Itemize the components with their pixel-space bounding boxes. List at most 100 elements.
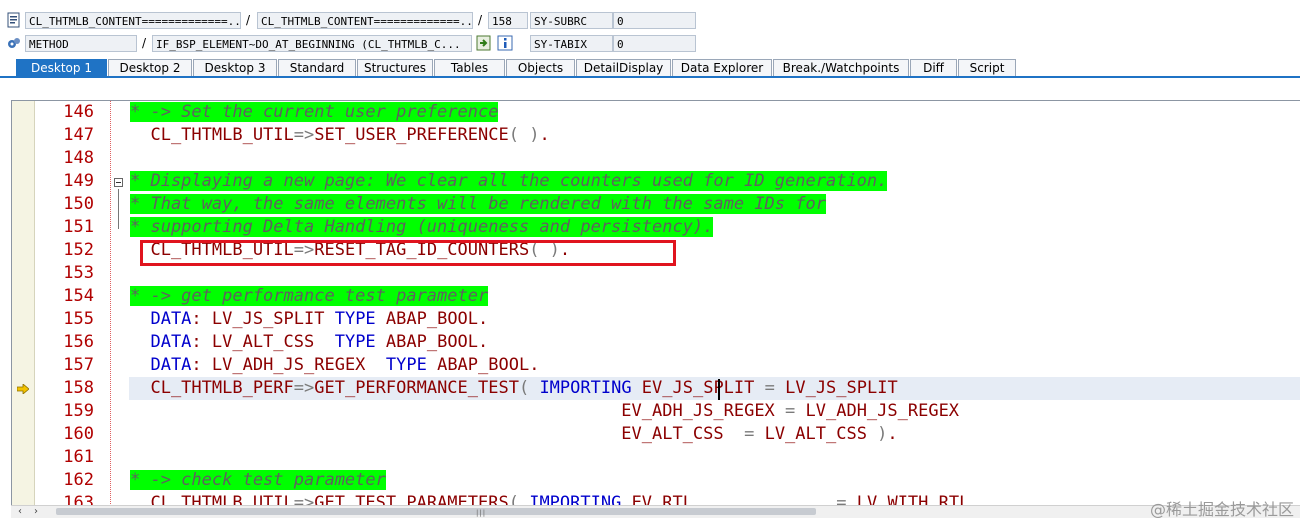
code-keyword: TYPE: [334, 309, 376, 329]
tab-desktop-3[interactable]: Desktop 3: [193, 59, 277, 76]
code-line[interactable]: 149 * Displaying a new page: We clear all…: [12, 170, 1300, 193]
code-line[interactable]: 161: [12, 446, 1300, 469]
code-keyword: TYPE: [385, 355, 427, 375]
code-text: EV_ALT_CSS = LV_ALT_CSS ).: [130, 423, 898, 446]
line-number: 155: [63, 309, 94, 329]
code-text: * -> check test parameter: [130, 469, 386, 492]
code-line[interactable]: 160 EV_ALT_CSS = LV_ALT_CSS ).: [12, 423, 1300, 446]
tab-data-explorer[interactable]: Data Explorer: [672, 59, 772, 76]
code-text: * -> Set the current user preference: [130, 101, 499, 124]
code-text: * Displaying a new page: We clear all th…: [130, 170, 888, 193]
code-line[interactable]: 146 * -> Set the current user preference: [12, 101, 1300, 124]
code-keyword: DATA: [130, 332, 192, 352]
code-line[interactable]: 163 CL_THTMLB_UTIL=>GET_TEST_PARAMETERS(…: [12, 492, 1300, 506]
event-name-field[interactable]: IF_BSP_ELEMENT~DO_AT_BEGINNING (CL_THTML…: [152, 35, 472, 52]
code-token: ABAP_BOOL.: [426, 355, 540, 375]
code-line[interactable]: 150 * That way, the same elements will be…: [12, 193, 1300, 216]
code-text: * supporting Delta Handling (uniqueness …: [130, 216, 714, 239]
line-number: 157: [63, 355, 94, 375]
tab-diff[interactable]: Diff: [910, 59, 957, 76]
code-line[interactable]: 157 DATA: LV_ADH_JS_REGEX TYPE ABAP_BOOL…: [12, 354, 1300, 377]
tab-desktop-1[interactable]: Desktop 1: [16, 59, 107, 76]
fold-bracket: [118, 189, 119, 229]
code-token: EV_JS_SPLIT: [631, 378, 765, 398]
code-text: CL_THTMLB_PERF=>GET_PERFORMANCE_TEST( IM…: [130, 377, 897, 400]
code-comment: * -> check test parameter: [130, 470, 386, 490]
code-keyword: IMPORTING: [539, 378, 632, 398]
code-comment: * -> Set the current user preference: [130, 102, 499, 122]
code-line[interactable]: 158 CL_THTMLB_PERF=>GET_PERFORMANCE_TEST…: [63, 377, 1300, 400]
code-token: ABAP_BOOL.: [375, 332, 489, 352]
sy-tabix-value[interactable]: 0: [613, 35, 696, 52]
code-token: CL_THTMLB_PERF: [130, 378, 294, 398]
event-type-field[interactable]: METHOD: [25, 35, 137, 52]
code-token: LV_ADH_JS_REGEX: [795, 401, 960, 421]
code-line[interactable]: 147 CL_THTMLB_UTIL=>SET_USER_PREFERENCE(…: [12, 124, 1300, 147]
tab-structures[interactable]: Structures: [357, 59, 433, 76]
navigate-icon[interactable]: [476, 35, 492, 51]
separator: /: [246, 13, 251, 27]
code-token: (: [518, 378, 540, 398]
debugger-info-bar: CL_THTMLB_CONTENT=============... / CL_T…: [0, 0, 1300, 59]
code-keyword: DATA: [130, 355, 192, 375]
line-number: 160: [63, 424, 94, 444]
line-number: 150: [63, 194, 94, 214]
tab-tables[interactable]: Tables: [434, 59, 505, 76]
sy-tabix-name: SY-TABIX: [530, 35, 613, 52]
tab-standard[interactable]: Standard: [278, 59, 356, 76]
code-keyword: TYPE: [334, 332, 376, 352]
code-token: SET_USER_PREFERENCE: [314, 125, 509, 145]
code-line[interactable]: 159 EV_ADH_JS_REGEX = LV_ADH_JS_REGEX: [12, 400, 1300, 423]
code-token: ABAP_BOOL.: [375, 309, 489, 329]
code-line[interactable]: 154 * -> get performance test parameter: [12, 285, 1300, 308]
scroll-right-icon[interactable]: ›: [29, 506, 43, 518]
tab-objects[interactable]: Objects: [506, 59, 575, 76]
line-number: 149: [63, 171, 94, 191]
code-line[interactable]: 148: [12, 147, 1300, 170]
tab-underline: [0, 76, 1300, 78]
program-field[interactable]: CL_THTMLB_CONTENT=============...: [25, 12, 241, 29]
fold-toggle-icon[interactable]: [114, 178, 123, 187]
code-text: CL_THTMLB_UTIL=>SET_USER_PREFERENCE( ).: [130, 124, 549, 147]
code-line[interactable]: 155 DATA: LV_JS_SPLIT TYPE ABAP_BOOL.: [12, 308, 1300, 331]
code-text: DATA: LV_ADH_JS_REGEX TYPE ABAP_BOOL.: [130, 354, 539, 377]
code-text: * -> get performance test parameter: [130, 285, 489, 308]
code-comment: * -> get performance test parameter: [130, 286, 489, 306]
info-icon[interactable]: [497, 35, 513, 51]
code-text: * That way, the same elements will be re…: [130, 193, 826, 216]
program-icon: [7, 12, 20, 28]
line-number: 163: [63, 493, 94, 506]
sy-subrc-name: SY-SUBRC: [530, 12, 613, 29]
code-text: DATA: LV_JS_SPLIT TYPE ABAP_BOOL.: [130, 308, 488, 331]
tab-breakpoints-watchpoints[interactable]: Break./Watchpoints: [773, 59, 909, 76]
scroll-grip-icon: |||: [476, 509, 487, 517]
text-cursor: [718, 379, 720, 400]
line-number-field[interactable]: 158: [488, 12, 528, 29]
code-token: .: [887, 424, 898, 444]
line-number: 153: [63, 263, 94, 283]
code-line[interactable]: 151 * supporting Delta Handling (uniquene…: [12, 216, 1300, 239]
watermark: @稀土掘金技术社区: [1149, 500, 1294, 519]
tab-script[interactable]: Script: [958, 59, 1016, 76]
line-number: 151: [63, 217, 94, 237]
code-token: : LV_ADH_JS_REGEX: [191, 355, 386, 375]
code-token: GET_PERFORMANCE_TEST: [314, 378, 519, 398]
code-token: : LV_ALT_CSS: [191, 332, 335, 352]
code-token: =>: [293, 378, 315, 398]
tab-detail-display[interactable]: DetailDisplay: [576, 59, 671, 76]
code-line[interactable]: 156 DATA: LV_ALT_CSS TYPE ABAP_BOOL.: [12, 331, 1300, 354]
code-line[interactable]: 162 * -> check test parameter: [12, 469, 1300, 492]
code-token: =: [764, 378, 775, 398]
code-keyword: DATA: [130, 309, 192, 329]
highlight-box: [140, 240, 676, 266]
horizontal-scrollbar[interactable]: ‹ › |||: [11, 505, 1300, 518]
include-field[interactable]: CL_THTMLB_CONTENT=============...: [257, 12, 473, 29]
separator: /: [478, 13, 483, 27]
scroll-thumb[interactable]: |||: [56, 508, 816, 517]
scroll-left-icon[interactable]: ‹: [13, 506, 27, 518]
line-number: 152: [63, 240, 94, 260]
tab-desktop-2[interactable]: Desktop 2: [108, 59, 192, 76]
code-token: =: [744, 424, 755, 444]
sy-subrc-value[interactable]: 0: [613, 12, 696, 29]
source-code-editor[interactable]: 146 * -> Set the current user preference 1…: [11, 100, 1300, 506]
